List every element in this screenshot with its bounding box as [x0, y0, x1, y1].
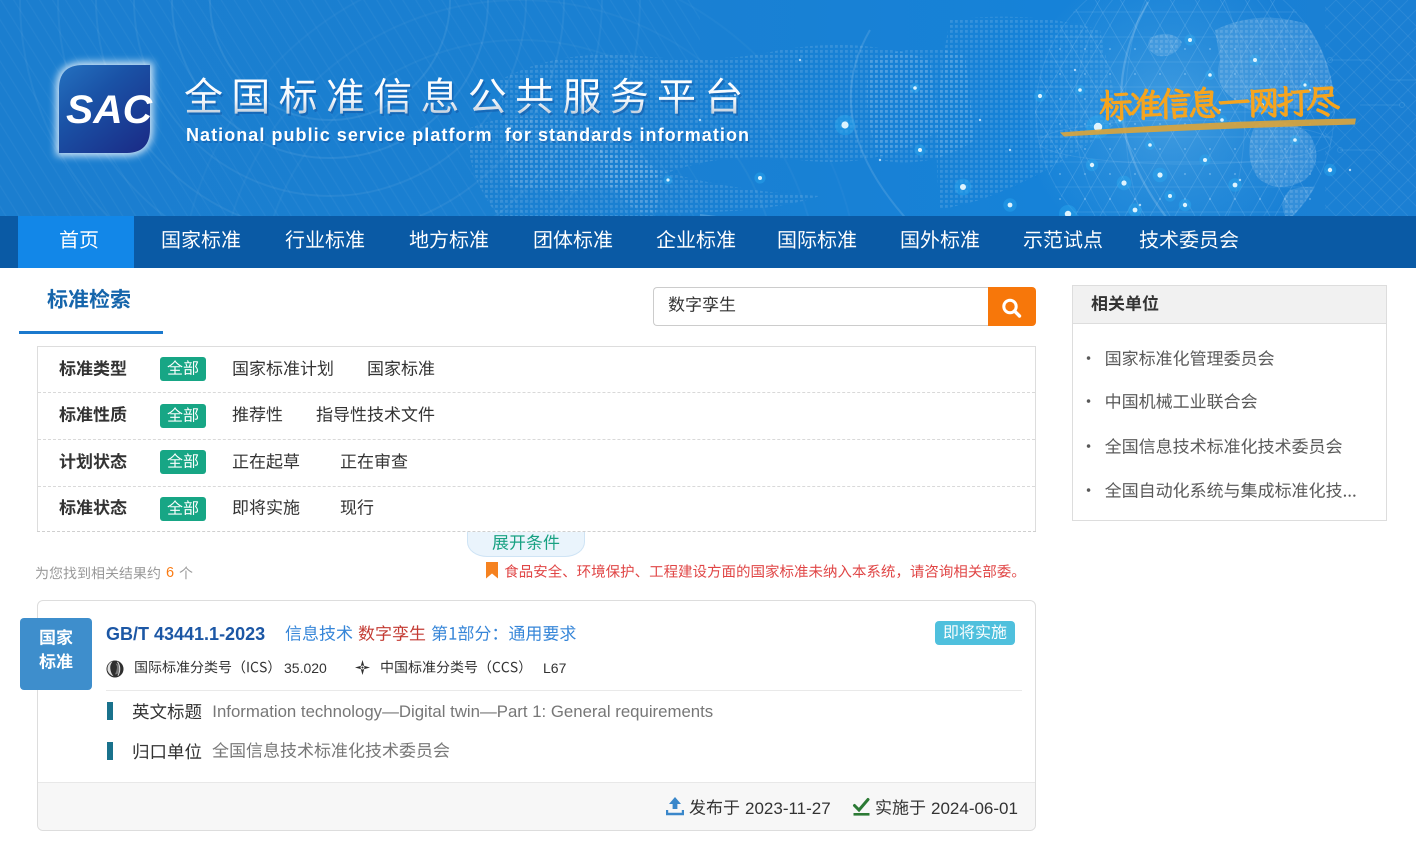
svg-text:National public service platfo: National public service platform for sta… [186, 125, 750, 145]
